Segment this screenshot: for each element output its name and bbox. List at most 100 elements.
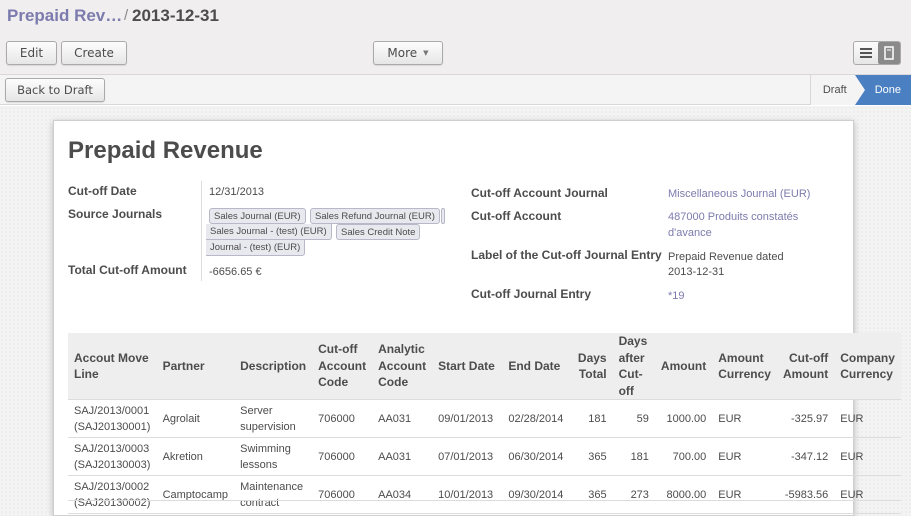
column-header-line: Days [577, 350, 607, 365]
more-button-label: More [387, 46, 418, 60]
column-header-line: Amount [660, 358, 707, 373]
column-header[interactable]: Amount [654, 333, 713, 400]
cutoff-amount-cell: -347.12 [776, 437, 835, 476]
account-code-cell: 706000 [312, 437, 373, 476]
toolbar: Edit Create More ▼ [0, 34, 911, 75]
column-header[interactable]: Amount Currency [712, 333, 777, 400]
back-to-draft-button[interactable]: Back to Draft [5, 78, 105, 102]
column-header[interactable]: Description [234, 333, 313, 400]
move-line-cell-line: SAJ/2013/0003 [74, 442, 150, 455]
column-header-line: Account [318, 358, 367, 373]
table-row[interactable]: SAJ/2013/0001 (SAJ20130001) Agrolait Server… [68, 399, 901, 438]
cutoff-account-link[interactable]: 487000 Produits constatés [668, 211, 798, 223]
table-footer [68, 500, 901, 508]
column-header-line: Code [318, 375, 349, 390]
days-total-cell: 365 [570, 437, 613, 476]
column-header[interactable]: Company Currency [834, 333, 901, 400]
start-date-cell: 07/01/2013 [432, 437, 503, 476]
create-button[interactable]: Create [61, 41, 127, 65]
column-header-line: End Date [508, 358, 561, 373]
state-draft[interactable]: Draft [809, 75, 855, 105]
column-header[interactable]: Cut-off Account Code [312, 333, 373, 400]
cutoff-lines-table: Accout Move Line Partner Description Cut-off… [68, 333, 901, 514]
journal-entry-label: Cut-off Journal Entry [471, 287, 591, 301]
entry-label-value-line2: 2013-12-31 [668, 266, 725, 278]
column-header-line: Partner [162, 358, 205, 373]
description-cell-line: lessons [240, 458, 278, 471]
move-line-cell-line: (SAJ20130003) [74, 458, 151, 471]
view-switcher [853, 41, 901, 65]
source-journal-tag[interactable]: Sales Journal (EUR) [209, 208, 306, 224]
source-journal-tag-overflow [441, 208, 445, 224]
analytic-code-cell: AA031 [372, 399, 433, 438]
column-header-line: Days [618, 334, 648, 348]
days-total-cell: 181 [570, 399, 613, 438]
column-header-line: Currency [840, 367, 893, 381]
caret-down-icon: ▼ [423, 49, 429, 57]
column-header-line: Start Date [438, 358, 495, 373]
move-line-cell-line: (SAJ20130001) [74, 420, 151, 433]
source-journals-label: Source Journals [68, 207, 163, 221]
column-header-line: Description [240, 358, 307, 373]
move-line-cell-line: SAJ/2013/0001 [74, 404, 150, 417]
days-after-cell: 181 [612, 437, 655, 476]
analytic-code-cell: AA031 [372, 437, 433, 476]
column-header-line: after [618, 350, 645, 365]
column-header[interactable]: Partner [156, 333, 235, 400]
description-cell-line: Server [240, 404, 273, 417]
column-header[interactable]: Cut-off Amount [776, 333, 835, 400]
column-header[interactable]: Days after Cut-off [612, 333, 655, 400]
breadcrumb-separator: / [124, 7, 129, 24]
column-header[interactable]: Start Date [432, 333, 503, 400]
source-journal-tag[interactable]: Sales Journal - (test) (EUR) [206, 224, 332, 240]
page-title: Prepaid Revenue [68, 137, 263, 164]
list-view-icon[interactable] [854, 42, 878, 64]
breadcrumb-current: 2013-12-31 [132, 6, 219, 25]
amount-currency-cell: EUR [712, 437, 777, 476]
breadcrumb-parent-link[interactable]: Prepaid Rev… [7, 6, 122, 26]
start-date-cell: 09/01/2013 [432, 399, 503, 438]
column-header-line: Line [74, 367, 99, 381]
cutoff-journal-link[interactable]: Miscellaneous Journal (EUR) [668, 188, 810, 200]
cutoff-account-label: Cut-off Account [471, 209, 562, 223]
company-currency-cell: EUR [834, 399, 901, 438]
state-done[interactable]: Done [854, 75, 911, 105]
description-cell: Swimming lessons [234, 437, 313, 476]
column-header-line: Cut-off [318, 342, 358, 357]
column-header[interactable]: Days Total [570, 333, 613, 400]
page-header: Prepaid Rev… / 2013-12-31 [0, 0, 911, 34]
table-row[interactable]: SAJ/2013/0003 (SAJ20130003) Akretion Swimmi… [68, 437, 901, 476]
move-line-cell: SAJ/2013/0003 (SAJ20130003) [68, 437, 157, 476]
column-header-line: Amount [718, 350, 764, 365]
more-button[interactable]: More ▼ [373, 41, 443, 65]
column-header-line: Code [378, 375, 409, 390]
source-journal-tag[interactable]: Sales Credit Note [336, 224, 421, 240]
column-header[interactable]: Analytic Account Code [372, 333, 433, 400]
column-header-line: Cut-off [618, 367, 643, 398]
entry-label-label: Label of the Cut-off Journal Entry [471, 248, 662, 262]
cutoff-account-link-line2[interactable]: d'avance [668, 227, 712, 239]
column-header[interactable]: End Date [502, 333, 571, 400]
description-cell-line: Swimming [240, 442, 291, 455]
source-journal-tag[interactable]: Journal - (test) (EUR) [206, 240, 306, 256]
cutoff-date-label: Cut-off Date [68, 184, 137, 198]
column-header-line: Amount [782, 367, 829, 381]
account-code-cell: 706000 [312, 399, 373, 438]
form-view-icon[interactable] [878, 42, 900, 64]
source-journal-tag[interactable]: Sales Refund Journal (EUR) [310, 208, 440, 224]
partner-cell: Agrolait [156, 399, 235, 438]
cutoff-journal-label: Cut-off Account Journal [471, 186, 608, 200]
column-header-line: Account [378, 358, 427, 373]
description-cell-line: Maintenance [240, 480, 304, 493]
field-divider [201, 181, 202, 281]
journal-entry-link[interactable]: *19 [668, 290, 685, 302]
column-header-line: Company [840, 350, 895, 365]
partner-cell: Akretion [156, 437, 235, 476]
column-header[interactable]: Accout Move Line [68, 333, 157, 400]
move-line-cell: SAJ/2013/0001 (SAJ20130001) [68, 399, 157, 438]
edit-button[interactable]: Edit [6, 41, 57, 65]
cutoff-date-value: 12/31/2013 [209, 186, 265, 198]
company-currency-cell: EUR [834, 437, 901, 476]
column-header-line: Cut-off [788, 350, 829, 365]
column-header-line: Analytic [378, 342, 425, 357]
